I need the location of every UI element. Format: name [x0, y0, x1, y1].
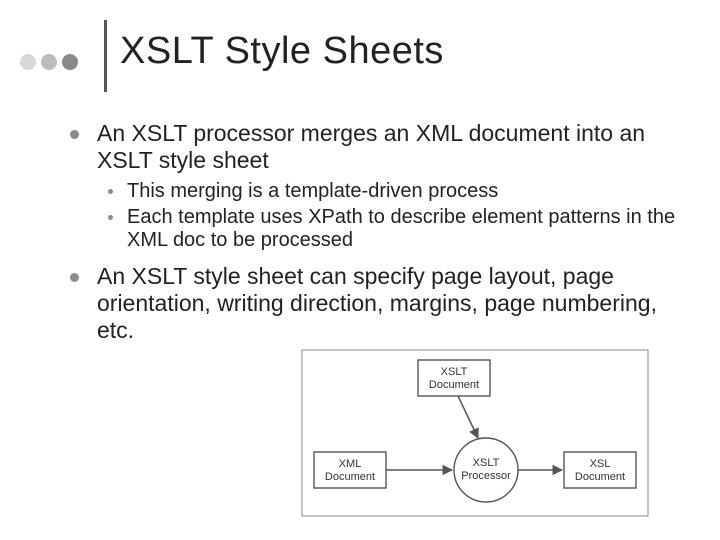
dot-icon [62, 54, 78, 70]
box-label: Document [575, 471, 625, 483]
bullet-level2: Each template uses XPath to describe ele… [108, 206, 680, 253]
dot-icon [41, 54, 57, 70]
slide-title: XSLT Style Sheets [120, 30, 444, 73]
bullet-level1: An XSLT style sheet can specify page lay… [70, 263, 680, 344]
title-rule [104, 20, 107, 92]
bullet-text: An XSLT style sheet can specify page lay… [97, 263, 680, 344]
flow-diagram: XSLT Document XML Document XSLT Processo… [300, 348, 650, 518]
decor-dots [20, 54, 78, 70]
slide-body: An XSLT processor merges an XML document… [70, 120, 680, 350]
sub-bullets: This merging is a template-driven proces… [108, 180, 680, 253]
circle-label: Processor [461, 470, 511, 482]
bullet-level1: An XSLT processor merges an XML document… [70, 120, 680, 174]
box-label: XML [339, 458, 362, 470]
bullet-dot-icon [108, 189, 113, 194]
bullet-text: Each template uses XPath to describe ele… [127, 206, 680, 253]
bullet-text: This merging is a template-driven proces… [127, 180, 498, 204]
bullet-dot-icon [70, 273, 79, 282]
bullet-dot-icon [108, 215, 113, 220]
bullet-level2: This merging is a template-driven proces… [108, 180, 680, 204]
dot-icon [20, 54, 36, 70]
slide: XSLT Style Sheets An XSLT processor merg… [0, 0, 720, 540]
bullet-text: An XSLT processor merges an XML document… [97, 120, 680, 174]
circle-label: XSLT [473, 457, 500, 469]
arrow-icon [458, 396, 478, 438]
box-label: Document [429, 379, 479, 391]
bullet-dot-icon [70, 130, 79, 139]
box-label: XSL [590, 458, 611, 470]
box-label: Document [325, 471, 375, 483]
box-label: XSLT [441, 366, 468, 378]
